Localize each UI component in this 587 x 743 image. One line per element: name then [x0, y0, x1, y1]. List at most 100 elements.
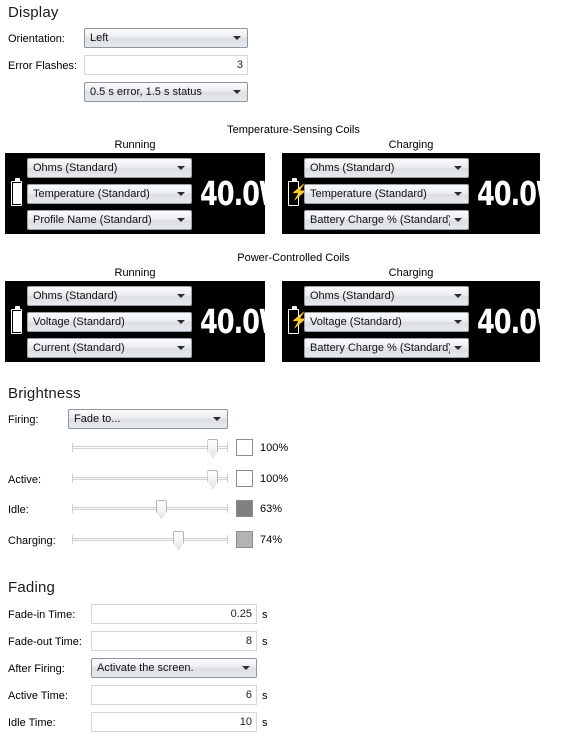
temp-running-caption: Running [114, 139, 156, 151]
chevron-down-icon [229, 90, 245, 94]
power-charging-caption: Charging [388, 267, 434, 279]
orientation-select-value: Left [90, 32, 109, 44]
temp-charging-power-readout: 40.0W [477, 174, 564, 213]
power-running-row-2-select[interactable]: Current (Standard) [27, 338, 192, 358]
temp-running-row-1-select[interactable]: Temperature (Standard) [27, 184, 192, 204]
slider-thumb[interactable] [155, 500, 167, 519]
fade-out-time-input[interactable]: 8 [91, 631, 257, 651]
power-running-row-1-select[interactable]: Voltage (Standard) [27, 312, 192, 332]
battery-charging-icon: ⚡ [288, 178, 309, 208]
orientation-select[interactable]: Left [84, 28, 248, 48]
chevron-down-icon [173, 320, 189, 324]
power-running-row-2-value: Current (Standard) [33, 342, 125, 354]
chevron-down-icon [450, 346, 466, 350]
slider-track [72, 446, 228, 449]
idle-brightness-percent: 63% [260, 503, 283, 515]
temp-charging-row-1-value: Temperature (Standard) [310, 188, 427, 200]
active-time-unit: s [262, 690, 268, 702]
chevron-down-icon [450, 218, 466, 222]
fade-in-time-unit: s [262, 609, 268, 621]
idle-brightness-label: Idle: [8, 504, 29, 516]
active-brightness-swatch[interactable] [236, 470, 253, 487]
temp-charging-row-1-select[interactable]: Temperature (Standard) [304, 184, 469, 204]
slider-tick-left [72, 504, 73, 513]
idle-time-unit: s [262, 717, 268, 729]
power-running-panel: Ohms (Standard) Voltage (Standard) Curre… [5, 281, 287, 362]
active-brightness-percent: 100% [260, 473, 289, 485]
idle-brightness-slider[interactable] [72, 498, 228, 520]
slider-tick-left [72, 474, 73, 483]
firing-label: Firing: [8, 414, 39, 426]
error-flashes-label: Error Flashes: [8, 60, 78, 72]
firing-brightness-percent: 100% [260, 442, 289, 454]
temp-charging-row-0-select[interactable]: Ohms (Standard) [304, 158, 469, 178]
battery-icon [11, 306, 24, 336]
charging-brightness-swatch[interactable] [236, 531, 253, 548]
slider-track [72, 538, 228, 541]
power-charging-row-1-value: Voltage (Standard) [310, 316, 402, 328]
after-firing-select-value: Activate the screen. [97, 662, 194, 674]
power-charging-power-readout: 40.0W [477, 302, 564, 341]
slider-tick-right [227, 504, 228, 513]
chevron-down-icon [450, 192, 466, 196]
fade-in-time-label: Fade-in Time: [8, 609, 76, 621]
firing-mode-select[interactable]: Fade to... [68, 409, 228, 429]
power-charging-row-1-select[interactable]: Voltage (Standard) [304, 312, 469, 332]
power-charging-row-2-select[interactable]: Battery Charge % (Standard) [304, 338, 469, 358]
temp-charging-row-0-value: Ohms (Standard) [310, 162, 395, 174]
slider-thumb[interactable] [207, 439, 219, 458]
idle-time-label: Idle Time: [8, 717, 56, 729]
fade-out-time-unit: s [262, 636, 268, 648]
temp-charging-row-2-select[interactable]: Battery Charge % (Standard) [304, 210, 469, 230]
temp-running-power-readout: 40.0W [200, 174, 287, 213]
slider-tick-left [72, 535, 73, 544]
power-running-row-1-value: Voltage (Standard) [33, 316, 125, 328]
chevron-down-icon [173, 294, 189, 298]
chevron-down-icon [173, 218, 189, 222]
power-charging-row-0-value: Ohms (Standard) [310, 290, 395, 302]
active-brightness-slider[interactable] [72, 468, 228, 490]
firing-mode-select-value: Fade to... [74, 413, 121, 425]
error-flashes-input[interactable]: 3 [84, 55, 248, 75]
temp-running-row-2-select[interactable]: Profile Name (Standard) [27, 210, 192, 230]
active-time-input[interactable]: 6 [91, 685, 257, 705]
power-running-caption: Running [114, 267, 156, 279]
temp-running-row-0-select[interactable]: Ohms (Standard) [27, 158, 192, 178]
chevron-down-icon [450, 166, 466, 170]
slider-tick-right [227, 443, 228, 452]
power-charging-panel: ⚡ Ohms (Standard) Voltage (Standard) Bat… [282, 281, 564, 362]
power-running-row-0-select[interactable]: Ohms (Standard) [27, 286, 192, 306]
slider-thumb[interactable] [207, 470, 219, 489]
chevron-down-icon [238, 666, 254, 670]
firing-brightness-swatch[interactable] [236, 439, 253, 456]
chevron-down-icon [209, 417, 225, 421]
fading-section-title: Fading [8, 579, 56, 596]
slider-track [72, 477, 228, 480]
temp-charging-panel: ⚡ Ohms (Standard) Temperature (Standard)… [282, 153, 564, 234]
idle-brightness-swatch[interactable] [236, 500, 253, 517]
after-firing-label: After Firing: [8, 663, 65, 675]
temp-running-panel: Ohms (Standard) Temperature (Standard) P… [5, 153, 287, 234]
active-brightness-label: Active: [8, 474, 42, 486]
fade-in-time-input[interactable]: 0.25 [91, 604, 257, 624]
slider-thumb[interactable] [173, 531, 185, 550]
power-charging-row-0-select[interactable]: Ohms (Standard) [304, 286, 469, 306]
charging-brightness-slider[interactable] [72, 529, 228, 551]
temp-charging-caption: Charging [388, 139, 434, 151]
active-time-label: Active Time: [8, 690, 68, 702]
brightness-section-title: Brightness [8, 385, 81, 402]
flash-timing-select[interactable]: 0.5 s error, 1.5 s status [84, 82, 248, 102]
after-firing-select[interactable]: Activate the screen. [91, 658, 257, 678]
chevron-down-icon [450, 294, 466, 298]
chevron-down-icon [173, 346, 189, 350]
fade-out-time-label: Fade-out Time: [8, 636, 82, 648]
idle-time-input[interactable]: 10 [91, 712, 257, 732]
firing-brightness-slider[interactable] [72, 437, 228, 459]
temp-running-row-2-value: Profile Name (Standard) [33, 214, 152, 226]
battery-charging-icon: ⚡ [288, 306, 309, 336]
chevron-down-icon [229, 36, 245, 40]
slider-tick-right [227, 474, 228, 483]
power-charging-row-2-value: Battery Charge % (Standard) [310, 342, 450, 354]
slider-tick-left [72, 443, 73, 452]
temp-running-row-1-value: Temperature (Standard) [33, 188, 150, 200]
